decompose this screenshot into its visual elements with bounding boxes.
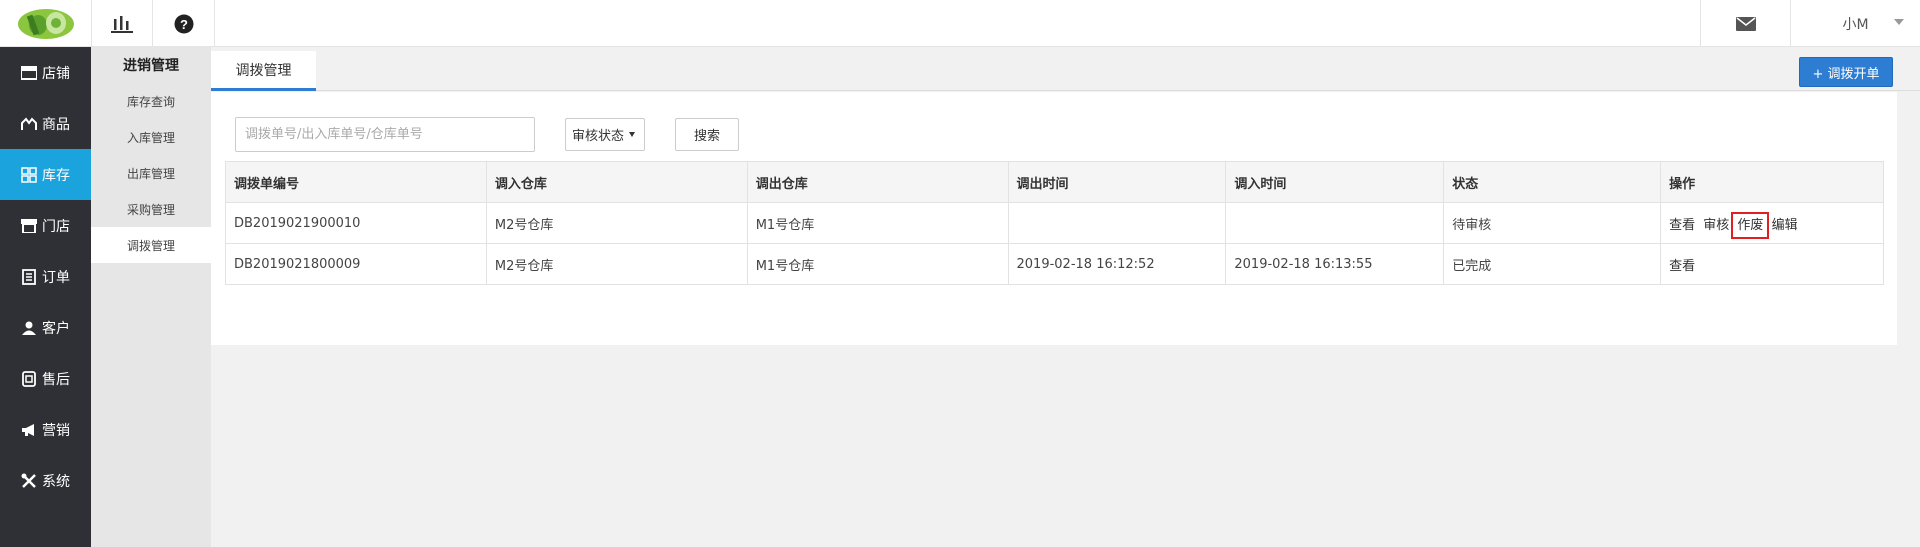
void-link[interactable]: 作废 (1731, 211, 1770, 239)
view-link[interactable]: 查看 (1669, 218, 1695, 233)
search-button[interactable]: 搜索 (675, 118, 739, 151)
chevron-down-icon (1894, 19, 1904, 25)
app-logo[interactable] (0, 0, 91, 47)
search-input[interactable] (235, 117, 535, 152)
table-header-row: 调拨单编号 调入仓库 调出仓库 调出时间 调入时间 状态 操作 (225, 161, 1884, 203)
out-warehouse-cell: M1号仓库 (746, 202, 1009, 244)
sidebar-item-marketing[interactable]: 营销 (0, 404, 91, 455)
in-time-cell (1225, 202, 1445, 244)
top-bar: ? 小M (0, 0, 1920, 47)
edit-link[interactable]: 编辑 (1772, 218, 1798, 233)
out-warehouse-cell: M1号仓库 (746, 243, 1009, 285)
user-icon (20, 319, 38, 337)
sidebar-item-customers[interactable]: 客户 (0, 302, 91, 353)
tab-transfer-management[interactable]: 调拨管理 (211, 51, 316, 91)
table-row: DB2019021900010 M2号仓库 M1号仓库 待审核 查看 审核 作废… (225, 202, 1884, 244)
sidebar-item-label: 订单 (42, 269, 70, 286)
tab-bar: 调拨管理 + 调拨开单 (211, 47, 1920, 91)
mail-icon[interactable] (1700, 0, 1790, 47)
in-warehouse-cell: M2号仓库 (485, 202, 748, 244)
view-link[interactable]: 查看 (1669, 259, 1695, 274)
sidebar-item-label: 客户 (42, 320, 70, 337)
transfer-id-cell: DB2019021800009 (225, 243, 487, 285)
secondary-nav-title: 进销管理 (123, 58, 179, 74)
status-cell: 待审核 (1443, 202, 1662, 244)
subnav-item-transfer[interactable]: 调拨管理 (91, 227, 211, 263)
column-header: 调入仓库 (485, 161, 748, 203)
review-status-select[interactable]: 审核状态 (565, 118, 645, 151)
column-header: 调拨单编号 (225, 161, 487, 203)
column-header: 操作 (1660, 161, 1884, 203)
actions-cell: 查看 (1660, 243, 1884, 285)
sidebar-item-inventory[interactable]: 库存 (0, 149, 91, 200)
in-time-cell: 2019-02-18 16:13:55 (1225, 243, 1445, 285)
secondary-nav: 进销管理 库存查询 入库管理 出库管理 采购管理 调拨管理 (91, 47, 211, 547)
subnav-item-stock-query[interactable]: 库存查询 (91, 83, 211, 119)
user-menu[interactable]: 小M (1790, 0, 1920, 47)
column-header: 调入时间 (1225, 161, 1445, 203)
status-cell: 已完成 (1443, 243, 1662, 285)
grid-icon (20, 166, 38, 184)
sidebar-item-label: 商品 (42, 116, 70, 133)
sidebar-item-system[interactable]: 系统 (0, 455, 91, 506)
actions-cell: 查看 审核 作废 编辑 (1660, 202, 1884, 244)
transfer-id-cell: DB2019021900010 (225, 202, 487, 244)
order-icon (20, 268, 38, 286)
megaphone-icon (20, 421, 38, 439)
new-transfer-button[interactable]: + 调拨开单 (1799, 57, 1893, 87)
sidebar-item-shop[interactable]: 门店 (0, 200, 91, 251)
store-icon (20, 64, 38, 82)
sidebar-item-label: 售后 (42, 371, 70, 388)
main-content: 调拨管理 + 调拨开单 审核状态 搜索 调拨单编号 调入仓库 调出仓库 调出时间… (211, 47, 1920, 547)
sidebar-item-goods[interactable]: 商品 (0, 98, 91, 149)
sidebar-item-label: 营销 (42, 422, 70, 439)
help-circle-icon[interactable]: ? (153, 0, 215, 47)
in-warehouse-cell: M2号仓库 (485, 243, 748, 285)
transfer-table: 调拨单编号 调入仓库 调出仓库 调出时间 调入时间 状态 操作 DB201902… (225, 161, 1884, 285)
sidebar-item-label: 系统 (42, 473, 70, 490)
subnav-item-inbound[interactable]: 入库管理 (91, 119, 211, 155)
subnav-item-purchase[interactable]: 采购管理 (91, 191, 211, 227)
sidebar-item-label: 库存 (42, 167, 70, 184)
dropdown-arrow-icon (629, 132, 636, 137)
column-header: 调出时间 (1007, 161, 1227, 203)
bar-chart-icon[interactable] (91, 0, 153, 47)
shop-icon (20, 217, 38, 235)
sidebar-item-orders[interactable]: 订单 (0, 251, 91, 302)
column-header: 状态 (1443, 161, 1662, 203)
user-name: 小M (1842, 16, 1869, 33)
review-status-value: 审核状态 (572, 129, 625, 144)
column-header: 调出仓库 (746, 161, 1009, 203)
goods-icon (20, 115, 38, 133)
subnav-item-outbound[interactable]: 出库管理 (91, 155, 211, 191)
sidebar-item-aftersale[interactable]: 售后 (0, 353, 91, 404)
aftersale-icon (20, 370, 38, 388)
table-row: DB2019021800009 M2号仓库 M1号仓库 2019-02-18 1… (225, 243, 1884, 285)
sidebar-item-store[interactable]: 店铺 (0, 47, 91, 98)
tools-icon (20, 472, 38, 490)
review-link[interactable]: 审核 (1703, 218, 1729, 233)
sidebar-item-label: 门店 (42, 218, 70, 235)
sidebar-item-label: 店铺 (42, 65, 70, 82)
out-time-cell: 2019-02-18 16:12:52 (1007, 243, 1227, 285)
sidebar: 店铺 商品 库存 门店 订单 客户 售后 营销 系统 (0, 47, 91, 547)
svg-text:?: ? (180, 17, 188, 32)
out-time-cell (1007, 202, 1227, 244)
